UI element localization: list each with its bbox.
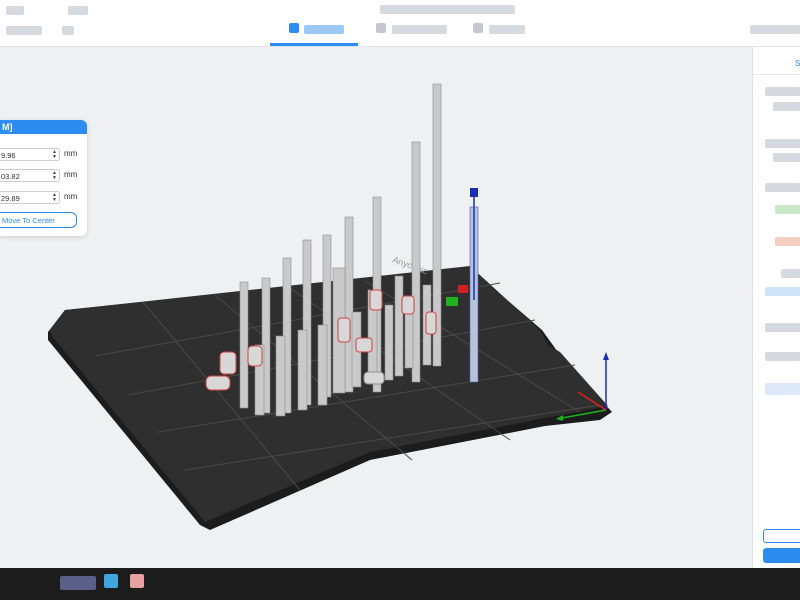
position-x-value: 9.96 <box>1 151 16 160</box>
unit-label: mm <box>64 192 78 201</box>
move-to-center-button[interactable]: Move To Center <box>0 212 77 228</box>
tab-prepare[interactable] <box>304 25 344 34</box>
setting-placeholder[interactable] <box>765 383 800 395</box>
setting-placeholder[interactable] <box>773 102 800 111</box>
setting-placeholder[interactable] <box>765 183 800 192</box>
setting-placeholder[interactable] <box>765 87 800 96</box>
top-toolbar <box>0 0 800 47</box>
menu-item-placeholder[interactable] <box>68 6 88 15</box>
setting-placeholder[interactable] <box>765 323 800 332</box>
prepare-tab-icon[interactable] <box>289 23 299 33</box>
secondary-action-button[interactable] <box>763 529 800 543</box>
top-right-control-placeholder[interactable] <box>750 25 800 34</box>
os-taskbar <box>0 568 800 600</box>
active-tab-indicator <box>270 43 358 46</box>
taskbar-app-icon[interactable] <box>104 574 118 588</box>
settings-tab[interactable]: Se <box>795 59 800 68</box>
tab-preview[interactable] <box>392 25 447 34</box>
position-panel: M] 9.96 ▲ ▼ mm 03.82 ▲ ▼ mm 29.89 ▲ ▼ mm Mo… <box>0 120 87 236</box>
setting-placeholder[interactable] <box>765 352 800 361</box>
taskbar-app-icon[interactable] <box>130 574 144 588</box>
menu-item-placeholder[interactable] <box>6 6 24 15</box>
window-title-placeholder <box>380 5 515 14</box>
position-y-value: 03.82 <box>1 172 20 181</box>
position-y-input[interactable]: 03.82 ▲ ▼ <box>0 169 60 182</box>
device-tab-icon[interactable] <box>473 23 483 33</box>
position-z-value: 29.89 <box>1 194 20 203</box>
slice-button[interactable] <box>763 548 800 563</box>
preview-tab-icon[interactable] <box>376 23 386 33</box>
taskbar-item[interactable] <box>60 576 96 590</box>
setting-placeholder[interactable] <box>765 287 800 296</box>
setting-placeholder[interactable] <box>765 139 800 148</box>
unit-label: mm <box>64 149 78 158</box>
filament-item[interactable] <box>775 237 800 246</box>
setting-placeholder[interactable] <box>773 153 800 162</box>
position-y-row: 03.82 ▲ ▼ mm <box>0 169 87 183</box>
position-z-row: 29.89 ▲ ▼ mm <box>0 191 87 205</box>
setting-placeholder[interactable] <box>781 269 800 278</box>
spin-up-down-icon[interactable]: ▲ ▼ <box>52 171 57 181</box>
spin-up-down-icon[interactable]: ▲ ▼ <box>52 193 57 203</box>
build-plate-scene[interactable]: Anycubic <box>0 47 752 568</box>
panel-title: M] <box>0 120 87 134</box>
right-settings-panel: Se <box>752 47 800 568</box>
3d-viewport[interactable]: Anycubic <box>0 47 752 568</box>
spin-up-down-icon[interactable]: ▲ ▼ <box>52 150 57 160</box>
tab-device[interactable] <box>489 25 525 34</box>
position-z-input[interactable]: 29.89 ▲ ▼ <box>0 191 60 204</box>
menu-item-placeholder[interactable] <box>6 26 42 35</box>
filament-item[interactable] <box>775 205 800 214</box>
position-x-input[interactable]: 9.96 ▲ ▼ <box>0 148 60 161</box>
unit-label: mm <box>64 170 78 179</box>
position-x-row: 9.96 ▲ ▼ mm <box>0 148 87 162</box>
divider <box>753 74 800 75</box>
menu-item-placeholder[interactable] <box>62 26 74 35</box>
